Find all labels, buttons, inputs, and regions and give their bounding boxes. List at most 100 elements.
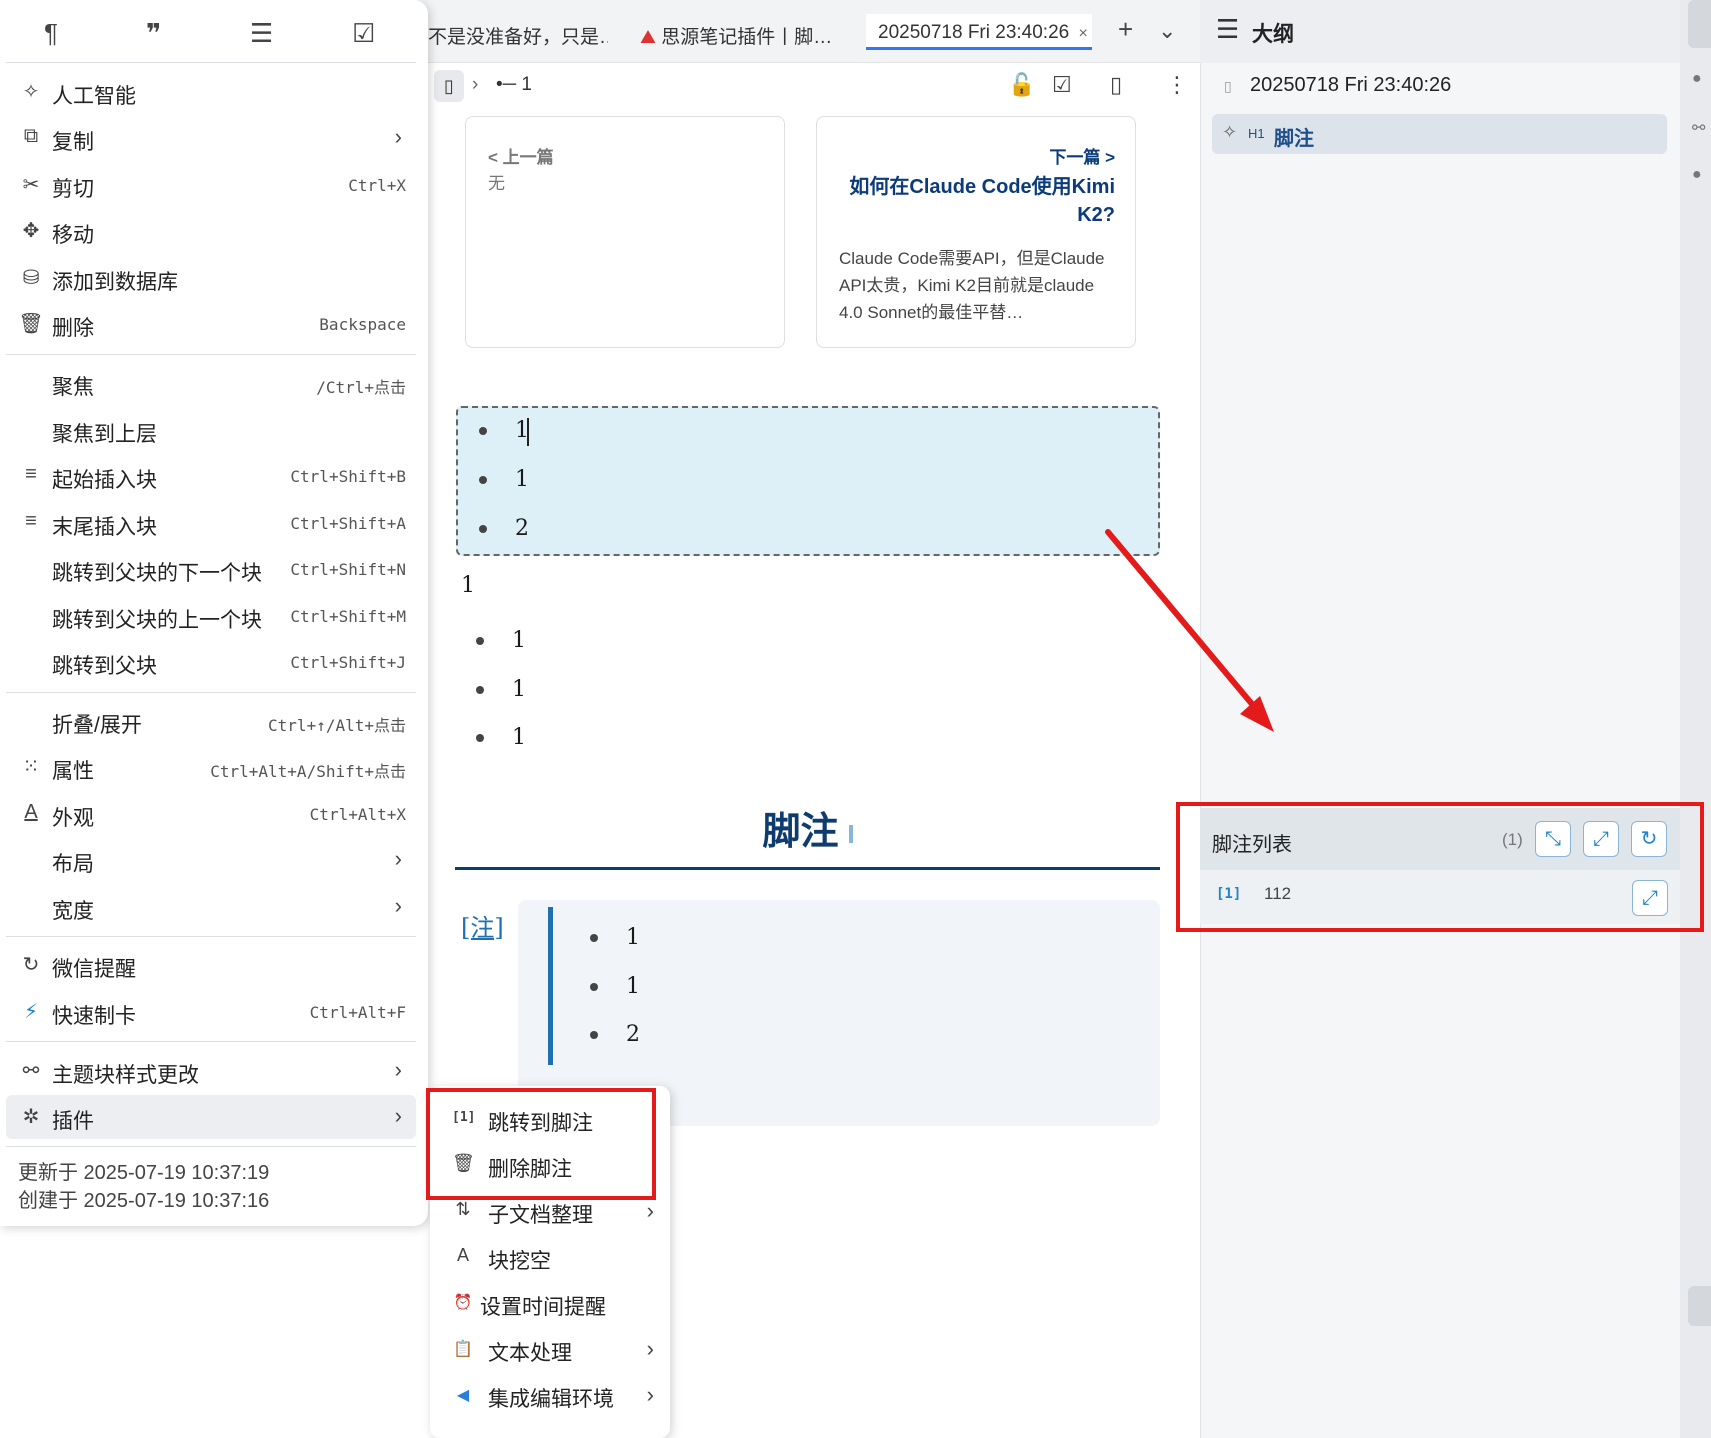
footnote-list-item[interactable]: 2 (626, 1022, 640, 1047)
bullet-dot (590, 934, 598, 942)
menu-item-plugins[interactable]: ✲ 插件 › (6, 1095, 416, 1139)
menu-divider (6, 1146, 416, 1147)
menu-item-move[interactable]: ✥ 移动 (6, 209, 416, 253)
list-item[interactable]: 1 (512, 677, 526, 702)
refresh-icon[interactable]: ↻ (1631, 821, 1667, 857)
menu-item-ai[interactable]: ✧ 人工智能 (6, 70, 416, 114)
task-icon[interactable]: ☑ (352, 18, 375, 49)
menu-item-width[interactable]: 宽度 › (6, 885, 416, 929)
outline-heading-item[interactable]: ✧ H1 脚注 (1212, 114, 1667, 154)
clipboard-icon: 📋 (453, 1341, 473, 1358)
unlock-icon[interactable]: 🔓 (1008, 72, 1035, 98)
menu-item-shortcut: Ctrl+↑/Alt+点击 (268, 716, 406, 735)
paragraph-icon[interactable]: ¶ (44, 18, 58, 49)
breadcrumb: ▯ › •─ 1 🔓 ☑ ▯ ⋮ (430, 68, 1190, 104)
menu-item-add-to-database[interactable]: ⛁ 添加到数据库 (6, 256, 416, 300)
menu-item-jump-next-of-parent[interactable]: 跳转到父块的下一个块 Ctrl+Shift+N (6, 547, 416, 591)
new-tab-icon[interactable]: + (1118, 14, 1133, 45)
block-context-menu: ¶ ❞ ☰ ☑ ✧ 人工智能 ⧉ 复制 › ✂ 剪切 Ctrl+X ✥ 移动 ⛁… (0, 0, 428, 1226)
collapse-all-icon[interactable]: ⤡ (1535, 821, 1571, 857)
submenu-item-block-cloze[interactable]: A 块挖空 (430, 1236, 670, 1280)
list-item[interactable]: 1 (512, 725, 526, 750)
file-icon[interactable]: ▯ (1110, 72, 1122, 98)
menu-item-attributes[interactable]: ⁙ 属性 Ctrl+Alt+A/Shift+点击 (6, 745, 416, 789)
submenu-item-text-processing[interactable]: 📋 文本处理 › (430, 1328, 670, 1372)
sort-icon: ⇅ (455, 1199, 471, 1219)
menu-divider (6, 692, 416, 693)
footnote-list-item[interactable]: 1 (626, 974, 640, 999)
submenu-item-label: 跳转到脚注 (488, 1112, 593, 1135)
dock-scroll-handle[interactable] (1688, 0, 1711, 48)
dock-small-icon[interactable]: ⚯ (1692, 118, 1705, 138)
submenu-item-jump-to-footnote[interactable]: [1] 跳转到脚注 (430, 1098, 670, 1142)
menu-item-label: 人工智能 (52, 85, 136, 108)
sparkle-icon: ✧ (1222, 122, 1238, 142)
menu-item-label: 起始插入块 (52, 469, 157, 492)
menu-item-shortcut: Ctrl+Shift+J (290, 653, 406, 672)
tab-3[interactable]: 20250718 Fri 23:40:26 × (866, 14, 1092, 50)
menu-item-label: 添加到数据库 (52, 271, 178, 294)
menu-item-fold[interactable]: 折叠/展开 Ctrl+↑/Alt+点击 (6, 699, 416, 743)
menu-item-insert-after[interactable]: ≡ 末尾插入块 Ctrl+Shift+A (6, 501, 416, 545)
menu-item-theme-block-style[interactable]: ⚯ 主题块样式更改 › (6, 1049, 416, 1093)
menu-item-appearance[interactable]: A 外观 Ctrl+Alt+X (6, 792, 416, 836)
menu-item-insert-before[interactable]: ≡ 起始插入块 Ctrl+Shift+B (6, 454, 416, 498)
breadcrumb-item[interactable]: •─ 1 (496, 74, 532, 96)
chevron-right-icon: › (646, 1198, 654, 1223)
list-item[interactable]: 2 (515, 516, 529, 541)
footnote-ref-link[interactable]: [注] (461, 908, 504, 943)
menu-divider (6, 936, 416, 937)
move-icon: ✥ (22, 220, 40, 242)
menu-item-layout[interactable]: 布局 › (6, 838, 416, 882)
expand-all-icon[interactable]: ⤢ (1583, 821, 1619, 857)
menu-item-shortcut: Ctrl+X (348, 176, 406, 195)
menu-item-delete[interactable]: 🗑 删除 Backspace (6, 302, 416, 346)
tab-2[interactable]: ⛰ 思源笔记插件丨脚… (640, 14, 850, 50)
submenu-item-set-reminder[interactable]: ⏰ 设置时间提醒 (430, 1282, 670, 1326)
paragraph-block[interactable]: 1 (461, 573, 475, 598)
cloze-icon: A (456, 1245, 469, 1265)
chevron-down-icon[interactable]: ⌄ (1158, 18, 1176, 44)
list-item[interactable]: 1 (515, 467, 529, 492)
menu-item-copy[interactable]: ⧉ 复制 › (6, 116, 416, 160)
more-icon[interactable]: ⋮ (1166, 72, 1188, 98)
tab-close-icon[interactable]: × (1079, 25, 1088, 42)
menu-item-wechat-reminder[interactable]: ↻ 微信提醒 (6, 943, 416, 987)
footnote-heading[interactable]: 脚注 (455, 800, 1160, 855)
next-doc-card[interactable]: 下一篇 > 如何在Claude Code使用Kimi K2? Claude Co… (816, 116, 1136, 348)
bullet-dot (479, 427, 487, 435)
submenu-item-delete-footnote[interactable]: 🗑 删除脚注 (430, 1144, 670, 1188)
submenu-item-ide[interactable]: ◀ 集成编辑环境 › (430, 1374, 670, 1418)
quote-icon[interactable]: ❞ (146, 18, 161, 49)
footnote-list-item[interactable]: 1 (626, 925, 640, 950)
selected-list-block[interactable] (456, 406, 1160, 556)
submenu-item-label: 子文档整理 (488, 1204, 593, 1227)
list-icon[interactable]: ☰ (250, 18, 273, 49)
menu-item-focus-parent[interactable]: 聚焦到上层 (6, 408, 416, 452)
checkbox-icon[interactable]: ☑ (1052, 72, 1072, 98)
menu-divider (6, 62, 416, 63)
attributes-icon: ⁙ (22, 756, 40, 778)
outline-doc-item[interactable]: ▯ 20250718 Fri 23:40:26 (1212, 70, 1672, 106)
menu-item-label: 跳转到父块的上一个块 (52, 609, 262, 632)
next-doc-title: 如何在Claude Code使用Kimi K2? (849, 176, 1115, 226)
menu-item-focus[interactable]: 聚焦 /Ctrl+点击 (6, 361, 416, 405)
dock-footnote-icon[interactable] (1688, 1286, 1711, 1326)
list-item[interactable]: 1 (512, 628, 526, 653)
dock-small-icon[interactable]: ● (1692, 166, 1702, 184)
footnote-entry[interactable]: [1] 112 ⤢ (1200, 874, 1680, 918)
tab-1[interactable]: 不是没准备好，只是… (428, 14, 608, 50)
menu-item-label: 聚焦 (52, 376, 94, 399)
created-time: 创建于 2025-07-19 10:37:16 (18, 1190, 270, 1212)
open-footnote-icon[interactable]: ⤢ (1632, 880, 1668, 916)
dock-small-icon[interactable]: ● (1692, 70, 1702, 88)
menu-item-cut[interactable]: ✂ 剪切 Ctrl+X (6, 163, 416, 207)
prev-doc-card[interactable]: < 上一篇 无 (465, 116, 785, 348)
menu-item-jump-parent[interactable]: 跳转到父块 Ctrl+Shift+J (6, 640, 416, 684)
bullet-dot (479, 525, 487, 533)
menu-item-jump-prev-of-parent[interactable]: 跳转到父块的上一个块 Ctrl+Shift+M (6, 594, 416, 638)
menu-item-shortcut: Ctrl+Shift+M (290, 607, 406, 626)
submenu-item-subdoc-organize[interactable]: ⇅ 子文档整理 › (430, 1190, 670, 1234)
menu-item-quick-card[interactable]: ⚡ 快速制卡 Ctrl+Alt+F (6, 990, 416, 1034)
doc-icon[interactable]: ▯ (434, 70, 464, 102)
